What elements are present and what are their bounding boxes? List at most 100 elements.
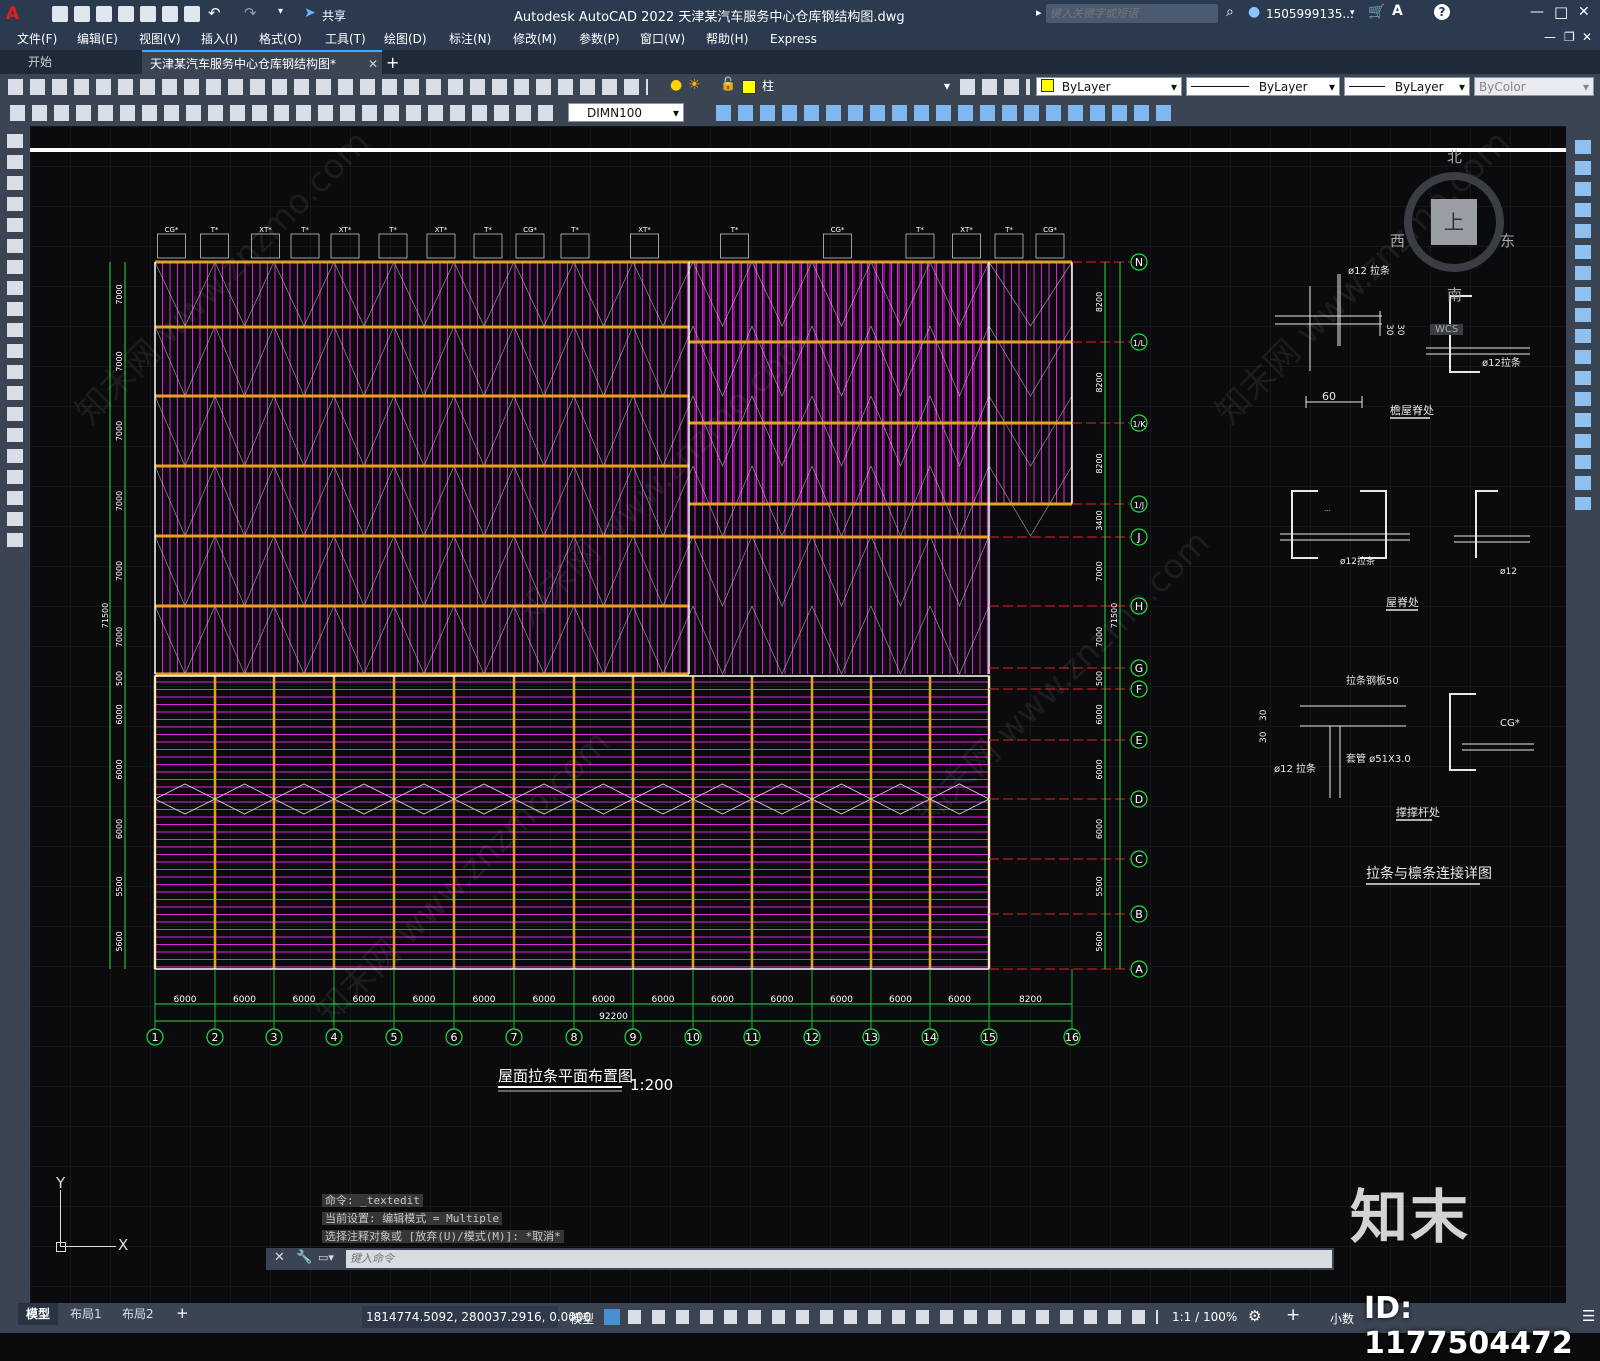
- redo-icon[interactable]: ↷: [244, 4, 257, 22]
- plot-icon[interactable]: [184, 6, 200, 22]
- menu-help[interactable]: 帮助(H): [706, 28, 748, 50]
- search-icon[interactable]: ⌕: [1226, 4, 1234, 20]
- model-space-toggle[interactable]: 模型: [570, 1310, 594, 1327]
- menu-file[interactable]: 文件(F): [17, 28, 57, 50]
- menu-format[interactable]: 格式(O): [259, 28, 302, 50]
- web-save-icon[interactable]: [162, 6, 178, 22]
- doc-restore-icon[interactable]: ❐: [1564, 30, 1575, 44]
- right-dim-label: 6000: [1095, 819, 1104, 839]
- qat-dropdown-icon[interactable]: ▾: [278, 6, 283, 17]
- col-spacing-label: 8200: [1019, 995, 1042, 1005]
- save-icon[interactable]: [96, 6, 112, 22]
- close-button[interactable]: ✕: [1578, 4, 1590, 20]
- compass-east[interactable]: 东: [1500, 230, 1515, 251]
- layer-dropdown[interactable]: 柱 ▾: [758, 77, 954, 96]
- layout-tab-1[interactable]: 布局1: [62, 1303, 110, 1325]
- drawing-canvas[interactable]: N 1/L 1/K 1/J J H G F E D C B A 1 2 3 4 5 6 7 8 9 10 11 12 13 14 15…: [30, 126, 1566, 1303]
- grid-toggle-icon[interactable]: [604, 1309, 620, 1325]
- menu-express[interactable]: Express: [770, 28, 817, 50]
- user-dropdown-icon[interactable]: ▾: [1350, 8, 1355, 18]
- right-dim-label: 500: [1095, 671, 1104, 686]
- left-dim-label: 6000: [115, 704, 124, 724]
- new-tab-button[interactable]: +: [386, 53, 399, 72]
- tab-start[interactable]: 开始: [20, 50, 61, 74]
- lineweight-dropdown[interactable]: ByLayer ▾: [1344, 77, 1470, 96]
- share-icon[interactable]: ➤: [304, 5, 316, 21]
- help-icon[interactable]: ?: [1434, 4, 1450, 20]
- add-layout-button[interactable]: +: [176, 1304, 189, 1322]
- command-input[interactable]: [346, 1250, 1332, 1268]
- share-button[interactable]: 共享: [322, 7, 346, 24]
- doc-close-icon[interactable]: ✕: [1582, 30, 1592, 44]
- menu-draw[interactable]: 绘图(D): [384, 28, 427, 50]
- annotation-scale[interactable]: 1:1 / 100%: [1172, 1310, 1237, 1324]
- minimize-button[interactable]: —: [1530, 4, 1544, 20]
- window-title: Autodesk AutoCAD 2022 天津某汽车服务中心仓库钢结构图.dw…: [514, 10, 905, 25]
- compass-south[interactable]: 南: [1447, 284, 1462, 305]
- tab-close-icon[interactable]: ✕: [368, 52, 378, 76]
- cart-icon[interactable]: 🛒: [1368, 4, 1385, 20]
- color-swatch-icon: [1041, 79, 1054, 92]
- detail-rod-label: ø12: [1500, 567, 1517, 577]
- apps-icon[interactable]: A: [1392, 3, 1403, 19]
- menu-modify[interactable]: 修改(M): [513, 28, 557, 50]
- compass-west[interactable]: 西: [1390, 230, 1405, 251]
- plus-icon[interactable]: +: [1286, 1305, 1300, 1325]
- layer-bulb-icon[interactable]: ●: [670, 77, 682, 93]
- search-input[interactable]: [1046, 4, 1218, 23]
- plotstyle-dropdown[interactable]: ByColor ▾: [1474, 77, 1594, 96]
- save-as-icon[interactable]: [118, 6, 134, 22]
- right-dim-label: 3400: [1095, 510, 1104, 530]
- menu-parametric[interactable]: 参数(P): [579, 28, 620, 50]
- undo-icon[interactable]: ↶: [208, 4, 221, 22]
- row-axis-label: E: [1136, 734, 1143, 747]
- compass-north[interactable]: 北: [1447, 146, 1462, 167]
- viewcube[interactable]: 上 北 南 西 东 WCS: [1390, 148, 1516, 335]
- layer-sun-icon[interactable]: ☀: [688, 77, 701, 93]
- wcs-menu[interactable]: WCS: [1430, 324, 1464, 335]
- customize-status-icon[interactable]: ☰: [1582, 1307, 1595, 1325]
- command-customize-icon[interactable]: 🔧: [296, 1250, 312, 1265]
- layout-tab-2[interactable]: 布局2: [114, 1303, 162, 1325]
- units-readout[interactable]: 小数: [1330, 1310, 1354, 1327]
- color-dropdown[interactable]: ByLayer ▾: [1036, 77, 1182, 96]
- detail-dim-label: 30: [1384, 324, 1394, 336]
- layer-lock-icon[interactable]: 🔓: [720, 77, 736, 92]
- autocad-logo-icon[interactable]: A: [6, 4, 24, 24]
- gear-icon[interactable]: ⚙: [1248, 1307, 1261, 1325]
- menu-window[interactable]: 窗口(W): [640, 28, 685, 50]
- menu-view[interactable]: 视图(V): [139, 28, 181, 50]
- linetype-dropdown[interactable]: ByLayer ▾: [1186, 77, 1340, 96]
- tab-drawing[interactable]: 天津某汽车服务中心仓库钢结构图* ✕: [142, 50, 382, 74]
- menu-edit[interactable]: 编辑(E): [77, 28, 118, 50]
- menu-dimension[interactable]: 标注(N): [449, 28, 491, 50]
- new-file-icon[interactable]: [52, 6, 68, 22]
- left-dim-label: 500: [115, 671, 124, 686]
- col-axis-label: 12: [805, 1031, 819, 1044]
- user-icon[interactable]: ●: [1248, 4, 1260, 20]
- maximize-button[interactable]: □: [1554, 3, 1568, 21]
- col-axis-label: 2: [212, 1031, 219, 1044]
- coordinates-panel[interactable]: 1814774.5092, 280037.2916, 0.0000: [362, 1306, 591, 1328]
- col-spacing-label: 6000: [830, 995, 853, 1005]
- layout-tab-model[interactable]: 模型: [18, 1303, 59, 1325]
- plan-scale: 1:200: [630, 1076, 673, 1094]
- menu-tools[interactable]: 工具(T): [325, 28, 366, 50]
- left-dim-label: 7000: [115, 561, 124, 581]
- open-file-icon[interactable]: [74, 6, 90, 22]
- total-width-label: 92200: [599, 1012, 628, 1022]
- command-close-icon[interactable]: ✕: [274, 1250, 285, 1265]
- viewcube-top-face[interactable]: 上: [1431, 199, 1477, 245]
- dimstyle-dropdown[interactable]: DIMN100 ▾: [568, 103, 684, 122]
- menu-insert[interactable]: 插入(I): [201, 28, 238, 50]
- doc-minimize-icon[interactable]: —: [1544, 30, 1556, 44]
- command-prompt-icon[interactable]: ▭▾: [318, 1251, 334, 1264]
- web-open-icon[interactable]: [140, 6, 156, 22]
- row-axis-label: F: [1136, 683, 1142, 696]
- drawing-svg[interactable]: N1/L1/K1/JJHGFEDCBA1 2 3 4 5 6 7 8 9 10 11 12 13 14 15…: [30, 126, 1566, 1303]
- top-tag-label: T*: [1004, 226, 1013, 234]
- row-axis-label: A: [1135, 963, 1143, 976]
- user-name[interactable]: 1505999135...: [1266, 7, 1354, 21]
- search-expand-icon[interactable]: ▸: [1036, 6, 1042, 19]
- search-field[interactable]: [1046, 4, 1218, 23]
